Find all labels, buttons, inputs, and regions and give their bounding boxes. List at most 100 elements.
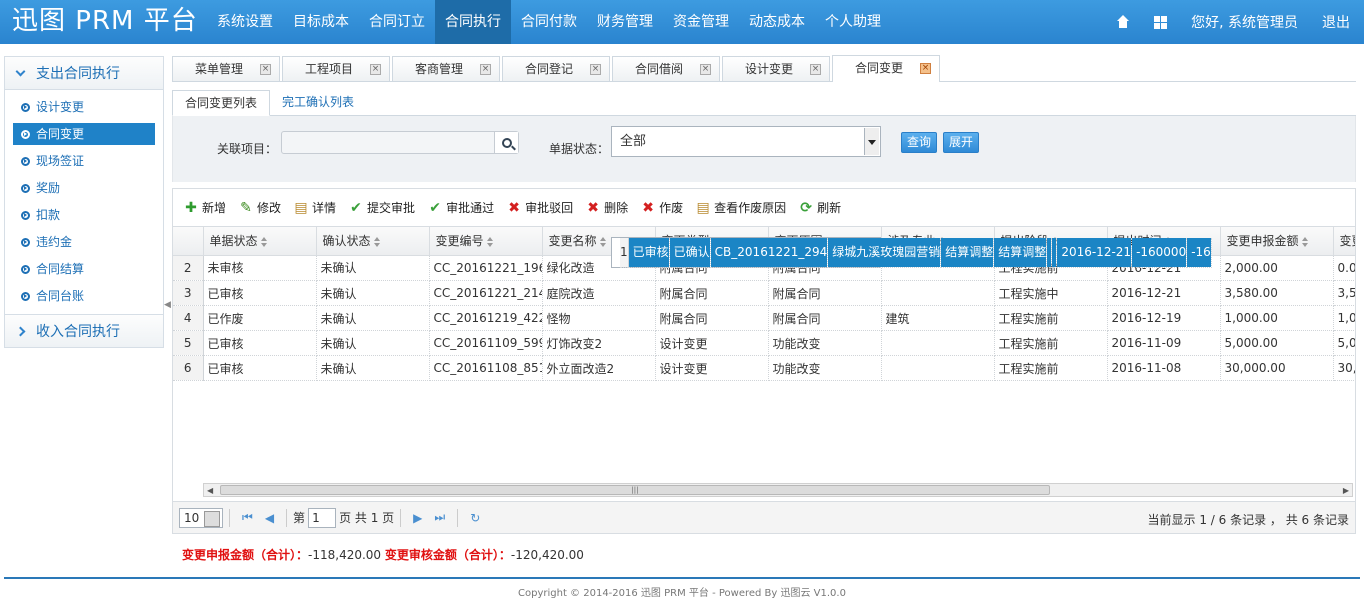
first-page-icon[interactable]: ⏮ bbox=[242, 510, 253, 525]
table-cell: 已审核 bbox=[203, 355, 317, 381]
table-cell: CC_20161221_214 bbox=[429, 280, 543, 306]
nav-item-3[interactable]: 合同执行 bbox=[435, 0, 511, 44]
sidebar-item-3[interactable]: 奖励 bbox=[13, 177, 155, 199]
grid-icon[interactable] bbox=[1154, 15, 1168, 29]
nav-item-0[interactable]: 系统设置 bbox=[207, 0, 283, 44]
sidebar-item-7[interactable]: 合同台账 bbox=[13, 285, 155, 307]
status-select[interactable]: 全部 bbox=[611, 126, 881, 157]
subtab-1[interactable]: 完工确认列表 bbox=[270, 90, 366, 116]
tab-5[interactable]: 设计变更 × bbox=[722, 56, 830, 81]
table-cell: 功能改变 bbox=[768, 355, 882, 381]
toolbar-button-7[interactable]: ✖ 作废 bbox=[640, 199, 683, 216]
expand-button[interactable]: 展开 bbox=[943, 132, 980, 153]
logout-link[interactable]: 退出 bbox=[1322, 12, 1350, 32]
next-page-icon[interactable]: ▶ bbox=[413, 511, 422, 525]
sort-icon bbox=[486, 236, 494, 247]
row-number: 6 bbox=[173, 355, 204, 381]
tab-4[interactable]: 合同借阅 × bbox=[612, 56, 720, 81]
scrollbar-thumb[interactable]: ||| bbox=[220, 485, 1050, 495]
column-header[interactable]: 变更编号 bbox=[429, 227, 543, 256]
sidebar-item-5[interactable]: 违约金 bbox=[13, 231, 155, 253]
user-greeting[interactable]: 您好, 系统管理员 bbox=[1191, 12, 1298, 32]
table-cell: 已审核 bbox=[203, 280, 317, 306]
sidebar-section-income[interactable]: 收入合同执行 bbox=[4, 314, 164, 348]
horizontal-scrollbar[interactable]: ◀ ||| ▶ bbox=[203, 483, 1353, 497]
nav-item-6[interactable]: 资金管理 bbox=[663, 0, 739, 44]
project-input[interactable] bbox=[281, 131, 519, 154]
column-header-label: 单据状态 bbox=[209, 234, 258, 249]
table-row[interactable]: 3 已审核 未确认 CC_20161221_214 庭院改造 附属合同 附属合同 工程实施中 2… bbox=[173, 280, 1355, 306]
page-size-select[interactable]: 10 bbox=[179, 507, 223, 528]
table-row[interactable]: 1 已审核 已确认 CB_20161221_294 绿城九溪玫瑰园营销 结算调整 结算调整 2… bbox=[611, 237, 1212, 268]
close-icon[interactable]: × bbox=[920, 63, 931, 74]
status-select-value: 全部 bbox=[620, 134, 647, 149]
last-page-icon[interactable]: ⏭ bbox=[434, 510, 445, 525]
prev-page-icon[interactable]: ◀ bbox=[265, 511, 274, 525]
toolbar-button-1[interactable]: ✎ 修改 bbox=[238, 199, 281, 216]
scroll-right-icon[interactable]: ▶ bbox=[1343, 486, 1349, 495]
tab-3[interactable]: 合同登记 × bbox=[502, 56, 610, 81]
sidebar-item-2[interactable]: 现场签证 bbox=[13, 150, 155, 172]
toolbar-button-5[interactable]: ✖ 审批驳回 bbox=[506, 199, 573, 216]
top-right-area: 您好, 系统管理员 退出 bbox=[1092, 0, 1350, 44]
tab-0[interactable]: 菜单管理 × bbox=[172, 56, 280, 81]
sort-icon bbox=[260, 236, 268, 247]
nav-item-7[interactable]: 动态成本 bbox=[739, 0, 815, 44]
dropdown-arrow-icon[interactable] bbox=[864, 128, 879, 155]
toolbar-button-9[interactable]: ⟳ 刷新 bbox=[798, 199, 841, 216]
tab-1[interactable]: 工程项目 × bbox=[282, 56, 390, 81]
row-number: 2 bbox=[173, 255, 204, 281]
column-header-label: 确认状态 bbox=[322, 234, 371, 249]
nav-item-4[interactable]: 合同付款 bbox=[511, 0, 587, 44]
tab-label: 合同变更 bbox=[855, 61, 904, 75]
column-header[interactable]: 确认状态 bbox=[316, 227, 430, 256]
nav-item-8[interactable]: 个人助理 bbox=[815, 0, 891, 44]
sidebar-item-label: 合同台账 bbox=[36, 289, 85, 303]
close-icon[interactable]: × bbox=[370, 64, 381, 75]
toolbar-button-3[interactable]: ✔ 提交审批 bbox=[348, 199, 415, 216]
toolbar-button-4[interactable]: ✔ 审批通过 bbox=[427, 199, 494, 216]
column-header[interactable]: 变更申报金额 bbox=[1220, 227, 1334, 256]
sidebar-section-expense[interactable]: 支出合同执行 bbox=[4, 56, 164, 90]
toolbar-button-8[interactable]: ▤ 查看作废原因 bbox=[695, 199, 787, 216]
sidebar-item-0[interactable]: 设计变更 bbox=[13, 96, 155, 118]
table-cell: 功能改变 bbox=[768, 330, 882, 356]
page-number-input[interactable]: 1 bbox=[308, 507, 337, 528]
query-button[interactable]: 查询 bbox=[901, 132, 938, 153]
nav-item-5[interactable]: 财务管理 bbox=[587, 0, 663, 44]
table-row[interactable]: 6 已审核 未确认 CC_20161108_851 外立面改造2 设计变更 功能改变 工程实施… bbox=[173, 355, 1355, 381]
table-cell: 未确认 bbox=[316, 255, 430, 281]
close-icon[interactable]: × bbox=[700, 64, 711, 75]
scroll-left-icon[interactable]: ◀ bbox=[207, 486, 213, 495]
table-row[interactable]: 5 已审核 未确认 CC_20161109_599 灯饰改变2 设计变更 功能改变 工程实施前… bbox=[173, 330, 1355, 356]
close-icon[interactable]: × bbox=[480, 64, 491, 75]
nav-item-2[interactable]: 合同订立 bbox=[359, 0, 435, 44]
row-number: 5 bbox=[173, 330, 204, 356]
home-icon[interactable] bbox=[1116, 15, 1130, 29]
toolbar-button-2[interactable]: ▤ 详情 bbox=[293, 199, 336, 216]
sidebar-item-6[interactable]: 合同结算 bbox=[13, 258, 155, 280]
row-number: 1 bbox=[620, 238, 629, 268]
cross-icon: ✖ bbox=[642, 199, 654, 216]
tab-6[interactable]: 合同变更 × bbox=[832, 55, 940, 82]
sidebar-item-label: 奖励 bbox=[36, 181, 61, 195]
project-search-button[interactable] bbox=[494, 132, 518, 153]
table-row[interactable]: 4 已作废 未确认 CC_20161219_422 怪物 附属合同 附属合同 建筑 工程实施前 2… bbox=[173, 305, 1355, 331]
subtab-0[interactable]: 合同变更列表 bbox=[172, 90, 271, 116]
close-icon[interactable]: × bbox=[590, 64, 601, 75]
tab-2[interactable]: 客商管理 × bbox=[392, 56, 500, 81]
table-cell: 灯饰改变2 bbox=[542, 330, 656, 356]
table-cell: 已审核 bbox=[203, 330, 317, 356]
close-icon[interactable]: × bbox=[260, 64, 271, 75]
sidebar-collapse-handle[interactable]: ◀ bbox=[164, 300, 172, 320]
column-header[interactable]: 单据状态 bbox=[203, 227, 317, 256]
nav-item-1[interactable]: 目标成本 bbox=[283, 0, 359, 44]
table-cell: 已作废 bbox=[203, 305, 317, 331]
toolbar-button-0[interactable]: ✚ 新增 bbox=[183, 199, 226, 216]
sidebar-item-1[interactable]: 合同变更 bbox=[13, 123, 155, 145]
sidebar-item-4[interactable]: 扣款 bbox=[13, 204, 155, 226]
refresh-icon[interactable]: ↻ bbox=[470, 511, 480, 525]
column-header[interactable]: 变更 bbox=[1333, 227, 1355, 256]
close-icon[interactable]: × bbox=[810, 64, 821, 75]
toolbar-button-6[interactable]: ✖ 删除 bbox=[585, 199, 628, 216]
